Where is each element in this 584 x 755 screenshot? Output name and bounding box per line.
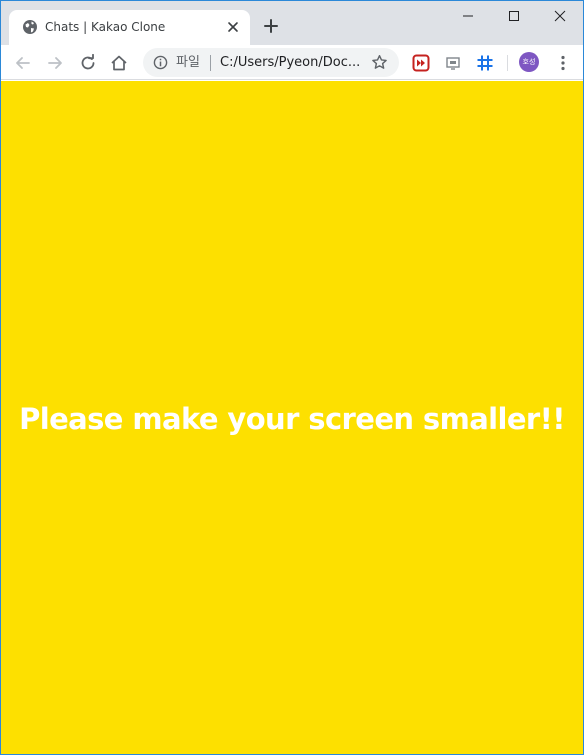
home-icon bbox=[111, 55, 127, 71]
extension-screen-button[interactable] bbox=[443, 53, 463, 73]
fast-forward-icon bbox=[412, 54, 430, 72]
star-icon[interactable] bbox=[371, 54, 388, 71]
arrow-left-icon bbox=[16, 57, 30, 69]
window-close-icon bbox=[554, 10, 566, 22]
tab-active[interactable]: Chats | Kakao Clone bbox=[9, 10, 250, 45]
close-icon[interactable] bbox=[225, 19, 241, 35]
arrow-right-icon bbox=[48, 57, 62, 69]
browser-window: Chats | Kakao Clone 파일 C:/Users/Pyeon/Do… bbox=[0, 0, 584, 755]
menu-button[interactable] bbox=[553, 53, 573, 73]
profile-avatar[interactable]: 호성 bbox=[519, 52, 539, 72]
reload-icon bbox=[81, 54, 95, 70]
forward-button[interactable] bbox=[45, 53, 65, 73]
back-button[interactable] bbox=[13, 53, 33, 73]
address-bar[interactable]: 파일 C:/Users/Pyeon/Doc... bbox=[143, 48, 399, 77]
screen-icon bbox=[446, 57, 460, 70]
window-close-button[interactable] bbox=[537, 1, 583, 31]
kebab-menu-icon bbox=[561, 55, 565, 71]
reload-button[interactable] bbox=[78, 53, 98, 73]
info-icon[interactable] bbox=[153, 55, 168, 70]
tab-title: Chats | Kakao Clone bbox=[45, 20, 166, 34]
maximize-button[interactable] bbox=[491, 1, 537, 31]
url-text[interactable]: C:/Users/Pyeon/Doc... bbox=[220, 54, 360, 71]
extension-media-button[interactable] bbox=[411, 53, 431, 73]
page-viewport: Please make your screen smaller!! bbox=[1, 81, 583, 754]
toolbar-separator bbox=[507, 55, 508, 71]
tab-strip: Chats | Kakao Clone bbox=[1, 1, 583, 45]
globe-icon bbox=[23, 20, 37, 34]
minimize-button[interactable] bbox=[445, 1, 491, 31]
plus-icon[interactable] bbox=[261, 16, 281, 36]
home-button[interactable] bbox=[109, 53, 129, 73]
hash-grid-icon bbox=[477, 55, 493, 71]
screen-size-message: Please make your screen smaller!! bbox=[19, 402, 565, 436]
browser-toolbar: 파일 C:/Users/Pyeon/Doc... 호성 bbox=[1, 45, 583, 80]
minimize-icon bbox=[463, 15, 473, 17]
extension-grid-button[interactable] bbox=[475, 53, 495, 73]
scheme-label: 파일 bbox=[176, 55, 200, 70]
maximize-icon bbox=[509, 11, 519, 21]
omnibox-divider bbox=[210, 55, 211, 71]
